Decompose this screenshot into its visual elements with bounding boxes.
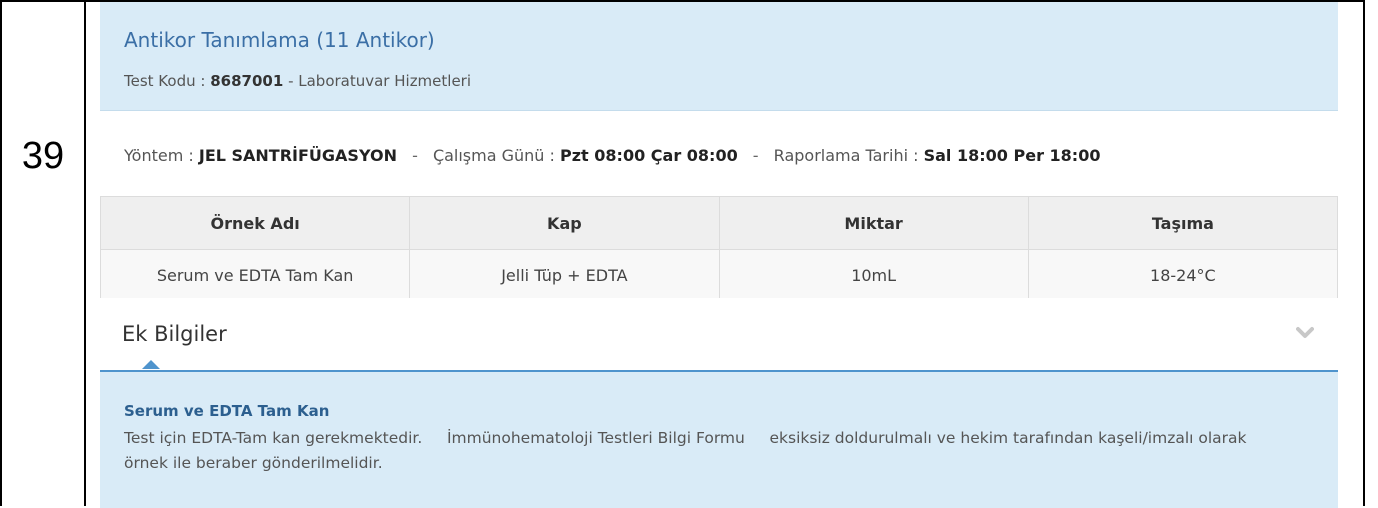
extra-info-text: Test için EDTA-Tam kan gerekmektedir. İm… xyxy=(124,429,1252,472)
extra-info-panel: Serum ve EDTA Tam Kan Test için EDTA-Tam… xyxy=(100,372,1338,508)
method-line: Yöntem : JEL SANTRİFÜGASYON - Çalışma Gü… xyxy=(124,146,1100,165)
table-row: Serum ve EDTA Tam Kan Jelli Tüp + EDTA 1… xyxy=(99,249,1339,302)
report-label: Raporlama Tarihi : xyxy=(773,146,919,165)
column-header-amount: Miktar xyxy=(718,196,1029,250)
method-row: Yöntem : JEL SANTRİFÜGASYON - Çalışma Gü… xyxy=(100,112,1338,196)
table-header-row: Örnek Adı Kap Miktar Taşıma xyxy=(99,196,1339,250)
test-title[interactable]: Antikor Tanımlama (11 Antikor) xyxy=(124,28,435,52)
workday-value: Pzt 08:00 Çar 08:00 xyxy=(560,146,738,165)
test-code-line: Test Kodu : 8687001 - Laboratuvar Hizmet… xyxy=(124,72,471,90)
extra-info-title: Ek Bilgiler xyxy=(122,322,227,346)
extra-info-toggle[interactable]: Ek Bilgiler xyxy=(100,298,1338,372)
report-value: Sal 18:00 Per 18:00 xyxy=(923,146,1101,165)
cell-container: Jelli Tüp + EDTA xyxy=(409,249,720,302)
row-number: 39 xyxy=(21,135,65,177)
active-tab-pointer xyxy=(142,360,160,369)
column-header-transport: Taşıma xyxy=(1027,196,1339,250)
method-label: Yöntem : xyxy=(124,146,194,165)
extra-info-heading: Serum ve EDTA Tam Kan xyxy=(124,402,330,420)
column-header-container: Kap xyxy=(409,196,720,250)
column-header-sample-name: Örnek Adı xyxy=(99,196,411,250)
method-value: JEL SANTRİFÜGASYON xyxy=(198,146,397,165)
test-card: Antikor Tanımlama (11 Antikor) Test Kodu… xyxy=(99,2,1339,508)
separator: - xyxy=(412,146,418,165)
card-header: Antikor Tanımlama (11 Antikor) Test Kodu… xyxy=(100,2,1338,111)
test-code-label: Test Kodu : xyxy=(124,72,206,90)
workday-label: Çalışma Günü : xyxy=(432,146,555,165)
table-border-left xyxy=(0,0,2,506)
separator: - xyxy=(752,146,759,165)
test-code-value: 8687001 xyxy=(210,72,284,90)
table-column-divider xyxy=(84,0,86,506)
cell-sample-name: Serum ve EDTA Tam Kan xyxy=(99,249,411,302)
cell-transport: 18-24°C xyxy=(1027,249,1339,302)
chevron-down-icon[interactable] xyxy=(1296,326,1314,340)
test-code-suffix: - Laboratuvar Hizmetleri xyxy=(288,72,472,90)
table-border-right xyxy=(1363,0,1365,506)
cell-amount: 10mL xyxy=(718,249,1029,302)
samples-table: Örnek Adı Kap Miktar Taşıma Serum ve EDT… xyxy=(99,196,1339,302)
